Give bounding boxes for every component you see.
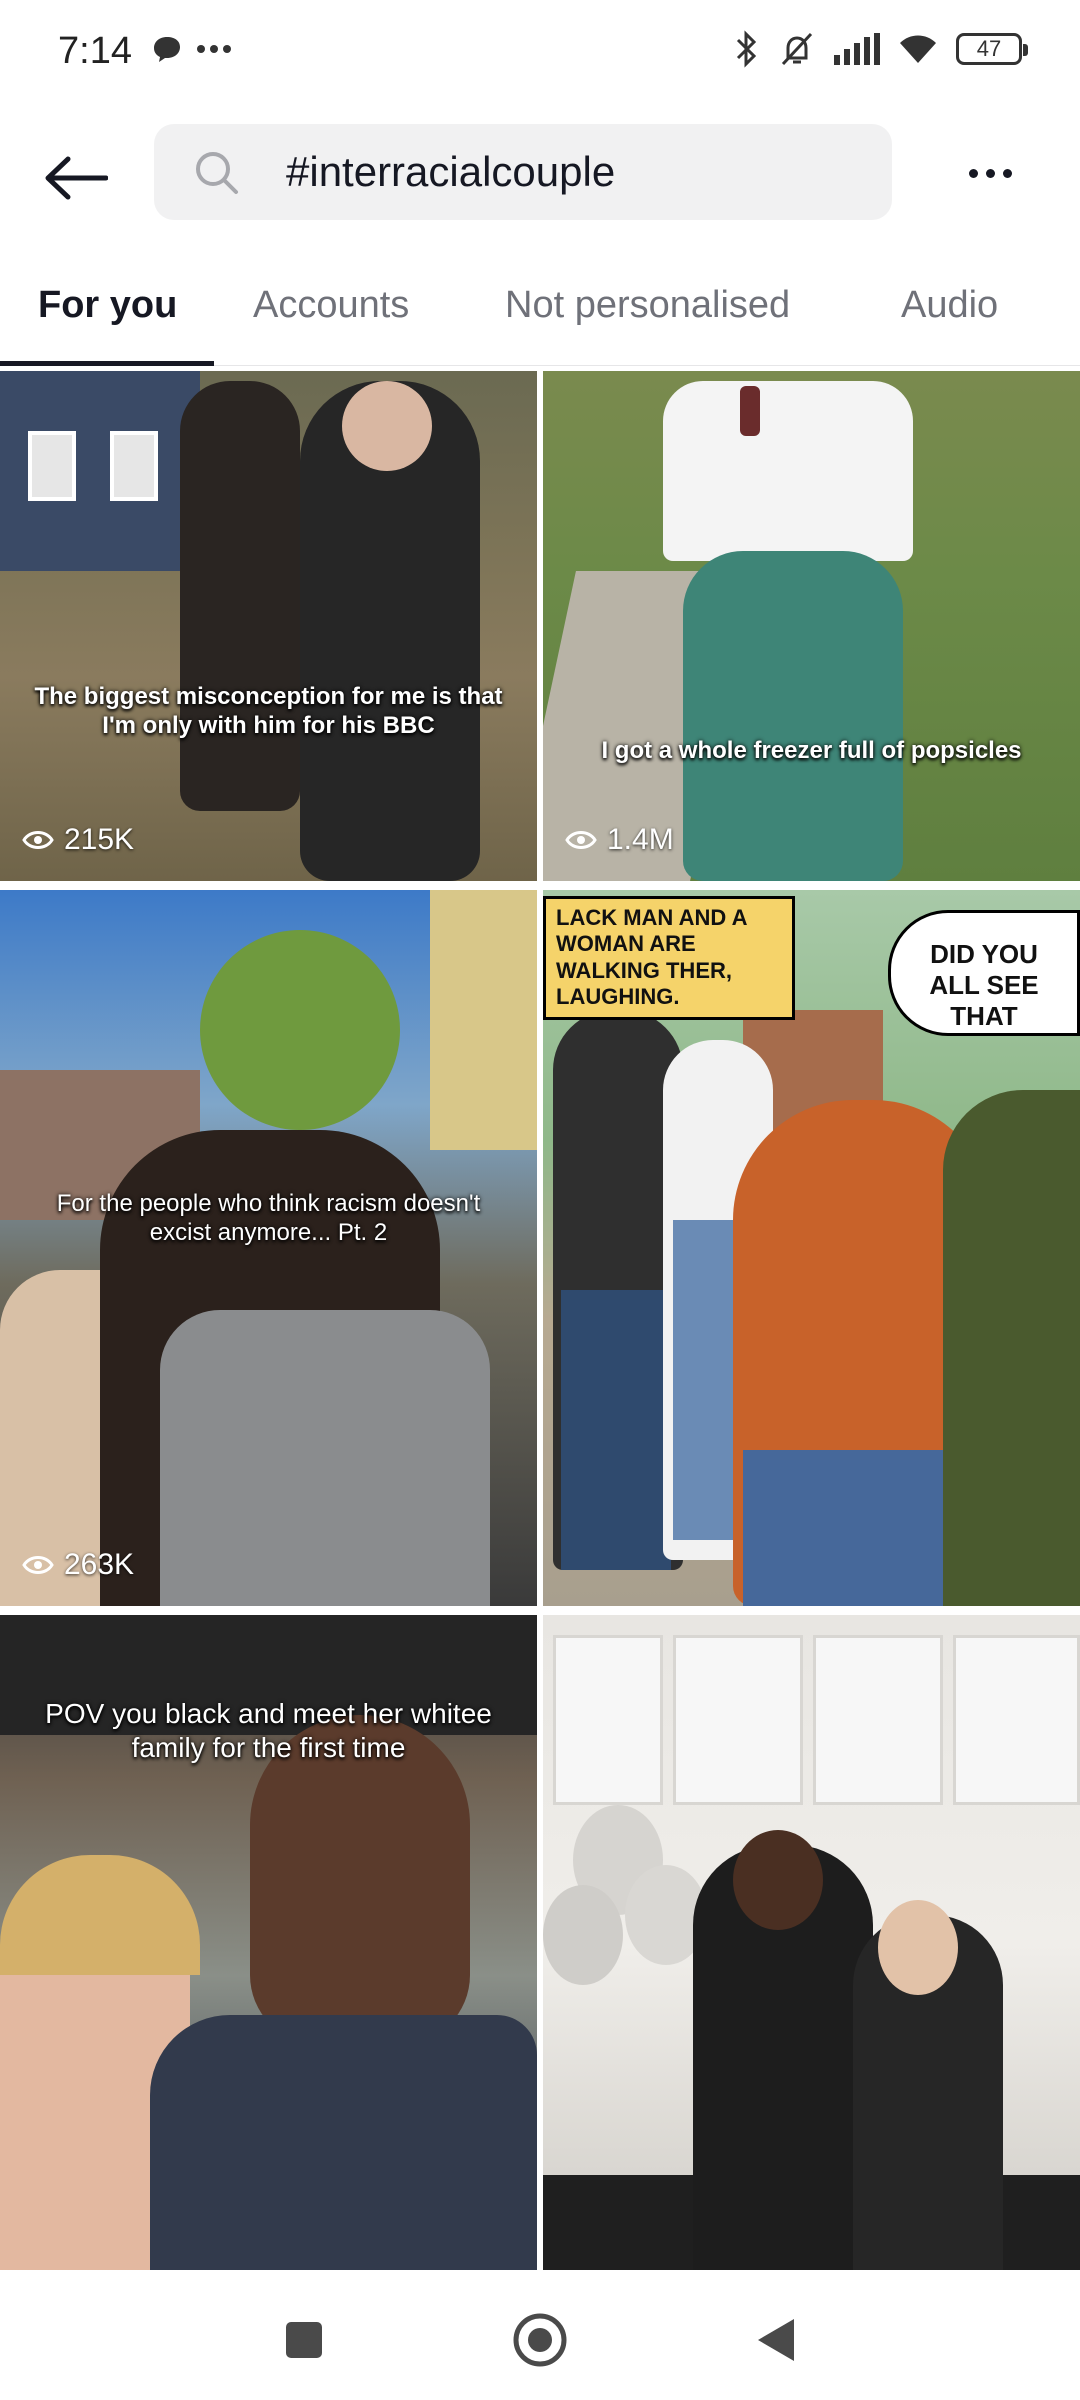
status-bar: 7:14 47 [0, 0, 1080, 108]
cabinet-shape [813, 1635, 943, 1805]
view-count-text: 215K [64, 823, 135, 856]
results-grid: The biggest misconception for me is that… [0, 371, 1080, 2271]
person-torso [663, 381, 913, 561]
balloon-shape [543, 1885, 623, 1985]
video-caption: POV you black and meet her whitee family… [45, 1698, 492, 1763]
window-shape [28, 431, 76, 501]
person-silhouette [180, 381, 300, 811]
hair-shape [0, 1855, 200, 1975]
umbrella-shape [430, 890, 537, 1150]
view-count: 263K [22, 1548, 134, 1582]
back-nav-button[interactable] [746, 2310, 806, 2370]
tab-accounts[interactable]: Accounts [253, 284, 409, 327]
play-views-icon [22, 831, 54, 849]
battery-icon: 47 [956, 33, 1028, 65]
window-shape [110, 431, 158, 501]
video-caption: I got a whole freezer full of popsicles [601, 737, 1022, 764]
search-icon [196, 152, 238, 194]
home-button[interactable] [510, 2310, 570, 2370]
video-thumbnail[interactable]: POV you black and meet her whitee family… [0, 1615, 537, 2271]
man-jeans [561, 1290, 671, 1570]
search-header: #interracialcouple [0, 108, 1080, 238]
system-navigation-bar [0, 2270, 1080, 2400]
chat-bubble-icon [154, 37, 180, 62]
cabinet-shape [553, 1635, 663, 1805]
tree-shape [200, 930, 400, 1130]
hoodie-shape [160, 1310, 490, 1606]
view-count: 1.4M [565, 823, 674, 857]
triangle-back-icon [758, 2319, 794, 2361]
play-views-icon [22, 1556, 54, 1574]
play-views-icon [565, 831, 597, 849]
active-tab-indicator [0, 361, 214, 366]
video-thumbnail[interactable]: LACK MAN AND A WOMAN ARE WALKING THER, L… [543, 890, 1080, 1606]
cabinet-shape [673, 1635, 803, 1805]
speech-bubble: DID YOU ALL SEE THAT [888, 910, 1080, 1036]
battery-level: 47 [976, 36, 1002, 61]
shirt-shape [150, 2015, 537, 2271]
woman-figure [943, 1090, 1080, 1606]
status-time: 7:14 [58, 30, 132, 72]
popsicle-shape [740, 386, 760, 436]
more-options-button[interactable] [950, 148, 1030, 198]
tab-for-you[interactable]: For you [38, 284, 177, 327]
video-thumbnail[interactable]: The biggest misconception for me is that… [0, 371, 537, 881]
view-count-text: 263K [64, 1548, 135, 1581]
view-count-text: 1.4M [607, 823, 674, 856]
person-silhouette [250, 1715, 470, 2045]
bluetooth-icon [736, 30, 757, 68]
bell-off-icon [781, 32, 813, 66]
search-tabs: For you Accounts Not personalised Audio [0, 262, 1080, 366]
video-thumbnail[interactable]: For the people who think racism doesn't … [0, 890, 537, 1606]
face-shape [878, 1900, 958, 1995]
back-button[interactable] [36, 138, 116, 218]
person-legs [683, 551, 903, 881]
dot [968, 168, 978, 178]
circle-home-icon [513, 2313, 567, 2367]
dot [1002, 168, 1012, 178]
wifi-icon [900, 35, 936, 63]
signal-icon [834, 33, 880, 65]
video-thumbnail[interactable] [543, 1615, 1080, 2271]
view-count: 215K [22, 823, 134, 857]
face-shape [342, 381, 432, 471]
video-thumbnail[interactable]: I got a whole freezer full of popsicles … [543, 371, 1080, 881]
back-arrow-icon [45, 156, 108, 200]
video-caption: For the people who think racism doesn't … [56, 1190, 481, 1246]
caption-box: LACK MAN AND A WOMAN ARE WALKING THER, L… [543, 896, 795, 1020]
status-right-icons: 47 [734, 30, 1028, 68]
square-recents-icon [286, 2322, 322, 2358]
status-left-icons [152, 34, 232, 64]
tab-not-personalised[interactable]: Not personalised [505, 284, 790, 327]
cabinet-shape [953, 1635, 1080, 1805]
video-caption: The biggest misconception for me is that… [34, 683, 503, 739]
search-query: #interracialcouple [286, 148, 616, 195]
recents-button[interactable] [274, 2310, 334, 2370]
dot [985, 168, 995, 178]
tab-audio[interactable]: Audio [901, 284, 998, 327]
more-dots-icon [197, 45, 231, 53]
face-shape [733, 1830, 823, 1930]
search-input[interactable]: #interracialcouple [154, 124, 892, 220]
